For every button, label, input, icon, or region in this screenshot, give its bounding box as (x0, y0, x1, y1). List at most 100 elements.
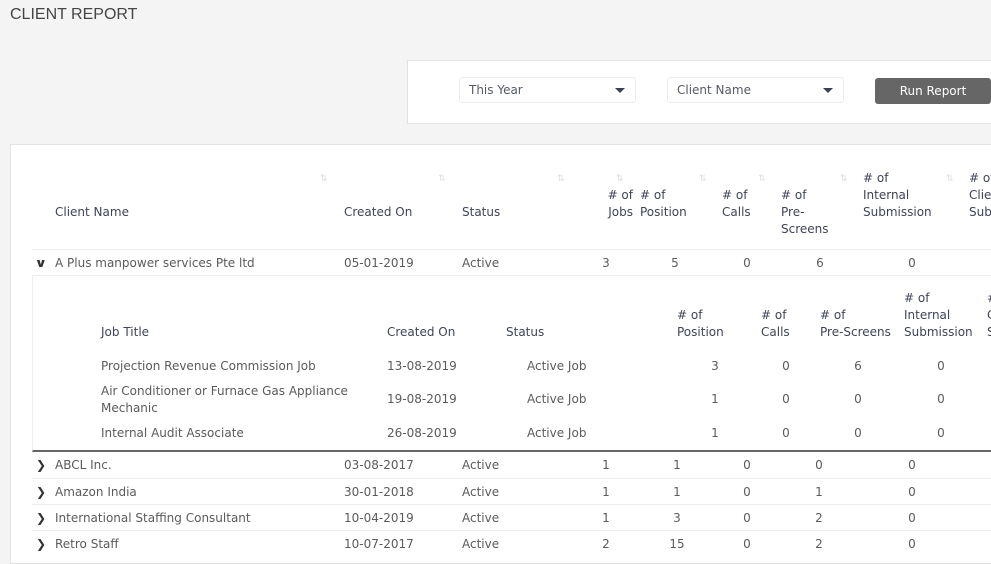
table-row[interactable]: ❯ Amazon India 30-01-2018 Active 1 1 0 1… (32, 478, 991, 504)
caret-down-icon (615, 88, 625, 93)
sort-icon[interactable]: ⇅ (840, 175, 848, 184)
client-name: A Plus manpower services Pte ltd (55, 256, 255, 270)
job-pre-screens-count: 0 (854, 426, 862, 440)
pre-screens-count: 6 (816, 256, 824, 270)
pre-screens-count: 1 (815, 485, 823, 499)
column-header-position[interactable]: # of Position (640, 187, 687, 221)
job-calls-count: 0 (782, 426, 790, 440)
column-header-calls[interactable]: # of Calls (722, 187, 751, 221)
column-header-status[interactable]: Status (462, 204, 500, 221)
table-row[interactable]: ❯ Retro Staff 10-07-2017 Active 2 15 0 2… (32, 530, 991, 556)
position-count: 1 (673, 458, 681, 472)
pre-screens-count: 0 (815, 458, 823, 472)
created-on: 03-08-2017 (344, 458, 414, 472)
chevron-right-icon[interactable]: ❯ (36, 479, 46, 505)
job-details-subtable: Job Title Created On Status # of Positio… (32, 275, 991, 452)
sort-icon[interactable]: ⇅ (438, 175, 446, 184)
job-pre-screens-count: 0 (854, 392, 862, 406)
job-status: Active Job (527, 359, 587, 373)
column-header-created-on[interactable]: Created On (344, 204, 412, 221)
table-row[interactable]: ❯ ABCL Inc. 03-08-2017 Active 1 1 0 0 0 (32, 452, 991, 478)
calls-count: 0 (743, 511, 751, 525)
job-calls-count: 0 (782, 359, 790, 373)
internal-submission-count: 0 (908, 537, 916, 551)
job-title: Internal Audit Associate (101, 426, 244, 440)
page-title: CLIENT REPORT (10, 6, 138, 23)
status: Active (462, 458, 500, 472)
status: Active (462, 511, 500, 525)
client-name: ABCL Inc. (55, 458, 112, 472)
table-row[interactable]: ∨ A Plus manpower services Pte ltd 05-01… (32, 249, 991, 275)
position-count: 15 (669, 537, 685, 551)
column-header-client-submission[interactable]: # of Clie Sub (969, 170, 991, 221)
sort-icon[interactable]: ⇅ (557, 175, 565, 184)
subcolumn-header-status: Status (506, 325, 545, 339)
calls-count: 0 (743, 458, 751, 472)
job-created-on: 13-08-2019 (387, 359, 457, 373)
chevron-down-icon[interactable]: ∨ (35, 250, 48, 276)
internal-submission-count: 0 (908, 256, 916, 270)
client-name: Retro Staff (55, 537, 119, 551)
client-report-table: ⇅ ⇅ ⇅ ⇅ ⇅ ⇅ ⇅ ⇅ Client Name Created On S… (10, 144, 991, 564)
sort-icon[interactable]: ⇅ (616, 175, 624, 184)
run-report-button[interactable]: Run Report (875, 78, 991, 104)
internal-submission-count: 0 (908, 511, 916, 525)
job-status: Active Job (527, 392, 587, 406)
position-count: 1 (673, 485, 681, 499)
job-internal-submission-count: 0 (937, 426, 945, 440)
internal-submission-count: 0 (908, 485, 916, 499)
jobs-count: 3 (602, 256, 610, 270)
chevron-right-icon[interactable]: ❯ (36, 452, 46, 478)
internal-submission-count: 0 (908, 458, 916, 472)
created-on: 30-01-2018 (344, 485, 414, 499)
subcolumn-header-internal-submission: # of Internal Submission (904, 291, 973, 339)
calls-count: 0 (743, 537, 751, 551)
client-select-value: Client Name (677, 83, 751, 97)
client-name: International Staffing Consultant (55, 511, 251, 525)
job-internal-submission-count: 0 (937, 392, 945, 406)
filter-panel: This Year Client Name Run Report (407, 60, 991, 124)
job-position-count: 3 (711, 359, 719, 373)
created-on: 10-07-2017 (344, 537, 414, 551)
job-created-on: 19-08-2019 (387, 392, 457, 406)
created-on: 05-01-2019 (344, 256, 414, 270)
jobs-count: 2 (602, 537, 610, 551)
job-created-on: 26-08-2019 (387, 426, 457, 440)
chevron-right-icon[interactable]: ❯ (36, 531, 46, 557)
client-select[interactable]: Client Name (667, 77, 844, 103)
period-select-value: This Year (469, 83, 523, 97)
sort-icon[interactable]: ⇅ (946, 175, 954, 184)
job-title: Projection Revenue Commission Job (101, 359, 316, 373)
subcolumn-header-client-submission: # C S (987, 291, 991, 339)
position-count: 3 (673, 511, 681, 525)
created-on: 10-04-2019 (344, 511, 414, 525)
subcolumn-header-position: # of Position (677, 308, 724, 339)
jobs-count: 1 (602, 458, 610, 472)
subcolumn-header-created-on: Created On (387, 325, 456, 339)
caret-down-icon (823, 88, 833, 93)
job-title: Air Conditioner or Furnace Gas Appliance… (101, 384, 348, 415)
pre-screens-count: 2 (815, 537, 823, 551)
column-header-jobs[interactable]: # of Jobs (603, 187, 633, 221)
sort-icon[interactable]: ⇅ (320, 175, 328, 184)
job-calls-count: 0 (782, 392, 790, 406)
period-select[interactable]: This Year (459, 77, 636, 103)
job-position-count: 1 (711, 426, 719, 440)
chevron-right-icon[interactable]: ❯ (36, 505, 46, 531)
column-header-client-name[interactable]: Client Name (55, 204, 129, 221)
jobs-count: 1 (602, 511, 610, 525)
table-row[interactable]: ❯ International Staffing Consultant 10-0… (32, 504, 991, 530)
job-internal-submission-count: 0 (937, 359, 945, 373)
jobs-count: 1 (602, 485, 610, 499)
column-header-pre-screens[interactable]: # of Pre- Screens (781, 187, 829, 238)
subcolumn-header-calls: # of Calls (761, 308, 790, 339)
client-name: Amazon India (55, 485, 137, 499)
subcolumn-header-pre-screens: # of Pre-Screens (820, 308, 891, 339)
sort-icon[interactable]: ⇅ (699, 175, 707, 184)
sort-icon[interactable]: ⇅ (758, 175, 766, 184)
subcolumn-header-job-title: Job Title (101, 325, 150, 339)
job-status: Active Job (527, 426, 587, 440)
column-header-internal-submission[interactable]: # of Internal Submission (863, 170, 932, 221)
status: Active (462, 537, 500, 551)
calls-count: 0 (743, 256, 751, 270)
